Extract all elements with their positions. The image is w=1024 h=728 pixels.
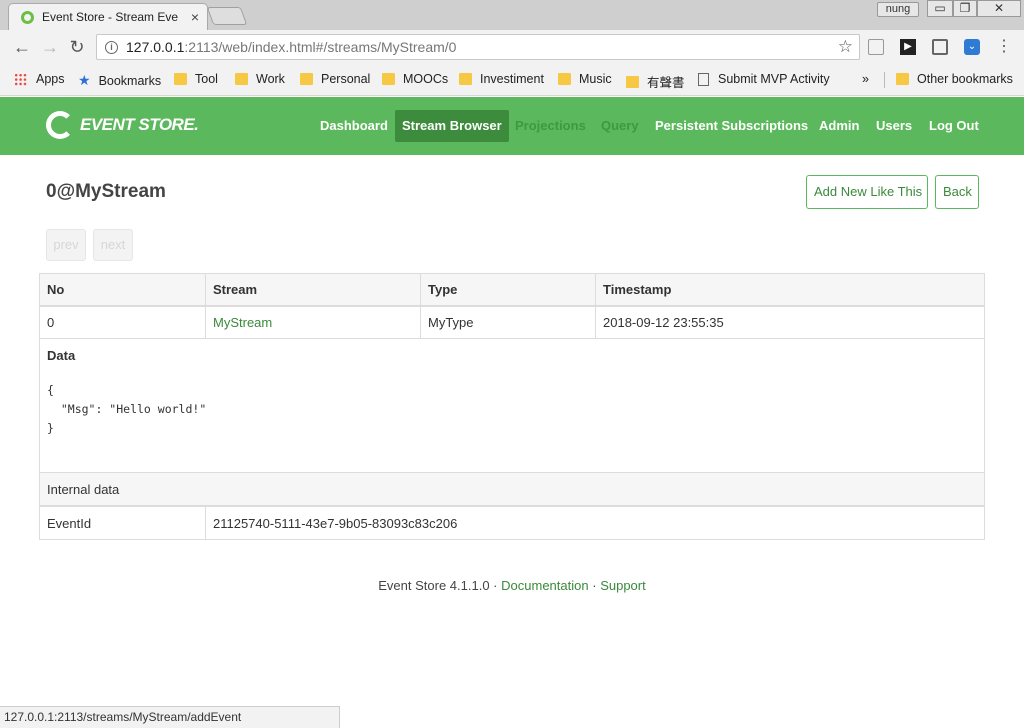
event-detail-table: No Stream Type Timestamp 0 MyStream MyTy… [39, 273, 985, 540]
browser-status-bar: 127.0.0.1:2113/streams/MyStream/addEvent [0, 706, 340, 728]
bookmark-folder-investiment[interactable]: Investiment [459, 72, 544, 86]
folder-icon [459, 73, 472, 85]
stream-link[interactable]: MyStream [213, 315, 272, 330]
event-id-key: EventId [40, 507, 206, 539]
event-store-logo-icon [46, 111, 74, 139]
bookmark-folder-tool[interactable]: Tool [174, 72, 218, 86]
bookmark-bookmarks[interactable]: ★ Bookmarks [78, 72, 161, 89]
event-store-favicon-icon [21, 10, 34, 24]
event-id-value: 21125740-5111-43e7-9b05-83093c83c206 [213, 515, 458, 531]
bookmark-other[interactable]: Other bookmarks [896, 72, 1013, 86]
extension-copy-icon[interactable] [868, 39, 884, 55]
internal-data-label: Internal data [47, 481, 120, 497]
star-icon: ★ [78, 72, 91, 88]
footer-version: Event Store 4.1.1.0 [378, 578, 490, 593]
header-stream: Stream [206, 274, 421, 305]
footer-separator: · [493, 578, 498, 593]
extension-reader-icon[interactable] [932, 39, 948, 55]
site-info-icon[interactable]: i [105, 40, 118, 54]
internal-data-header: Internal data [40, 473, 984, 507]
folder-icon [174, 73, 187, 85]
page-title: 0@MyStream [46, 181, 166, 202]
table-row: 0 MyStream MyType 2018-09-12 23:55:35 [40, 307, 984, 339]
folder-icon [626, 75, 639, 88]
back-button[interactable]: Back [935, 175, 979, 209]
nav-persistent-subscriptions[interactable]: Persistent Subscriptions [648, 110, 815, 142]
url-host: 127.0.0.1 [126, 39, 185, 55]
bookmark-submit-mvp[interactable]: Submit MVP Activity [698, 72, 830, 86]
folder-icon [896, 73, 909, 85]
nav-log-out[interactable]: Log Out [922, 110, 986, 142]
folder-icon [235, 73, 248, 85]
table-row: EventId 21125740-5111-43e7-9b05-83093c83… [40, 507, 984, 539]
bookmark-folder-audiobooks[interactable]: 有聲書 [626, 72, 685, 91]
maximize-window-button[interactable]: ❐ [953, 0, 977, 17]
nav-admin[interactable]: Admin [812, 110, 866, 142]
browser-titlebar: Event Store - Stream Eve × nung ▭ ❐ ✕ [0, 0, 1024, 30]
nav-query[interactable]: Query [594, 110, 646, 142]
browser-tab[interactable]: Event Store - Stream Eve × [8, 3, 208, 30]
folder-icon [382, 73, 395, 85]
header-timestamp: Timestamp [603, 282, 672, 297]
new-tab-button[interactable] [206, 7, 248, 25]
table-header-row: No Stream Type Timestamp [40, 274, 984, 307]
bookmark-folder-music[interactable]: Music [558, 72, 612, 86]
browser-toolbar: ← → ↻ i 127.0.0.1:2113/web/index.html#/s… [0, 30, 1024, 64]
page-footer: Event Store 4.1.1.0 · Documentation · Su… [0, 578, 1024, 593]
back-arrow-icon[interactable]: ← [10, 35, 34, 59]
bookmark-folder-moocs[interactable]: MOOCs [382, 72, 448, 86]
add-new-like-this-button[interactable]: Add New Like This [806, 175, 928, 209]
extension-pocket-icon[interactable]: ⌄ [964, 39, 980, 55]
event-timestamp: 2018-09-12 23:55:35 [603, 315, 724, 330]
bookmarks-bar: Apps ★ Bookmarks Tool Work Personal MOOCs… [0, 64, 1024, 96]
documentation-link[interactable]: Documentation [501, 578, 588, 593]
event-data-json: { "Msg": "Hello world!" } [47, 383, 207, 435]
nav-stream-browser[interactable]: Stream Browser [395, 110, 509, 142]
event-store-logo[interactable]: EVENT STORE. [46, 111, 199, 139]
url-path: :2113/web/index.html#/streams/MyStream/0 [184, 39, 457, 55]
tab-title: Event Store - Stream Eve [42, 10, 179, 24]
forward-arrow-icon[interactable]: → [38, 35, 62, 59]
close-tab-icon[interactable]: × [191, 9, 199, 25]
folder-icon [300, 73, 313, 85]
next-button[interactable]: next [93, 229, 133, 261]
reload-icon[interactable]: ↻ [65, 35, 89, 59]
nav-dashboard[interactable]: Dashboard [313, 110, 395, 142]
bookmark-star-icon[interactable]: ☆ [838, 37, 853, 57]
event-number: 0 [40, 307, 206, 338]
profile-badge[interactable]: nung [877, 2, 919, 17]
event-data-section: Data { "Msg": "Hello world!" } [40, 339, 984, 473]
app-navbar: EVENT STORE. Dashboard Stream Browser Pr… [0, 97, 1024, 155]
data-label: Data [47, 348, 76, 363]
footer-separator: · [592, 578, 597, 593]
stream-cell: MyStream [206, 307, 421, 338]
minimize-window-button[interactable]: ▭ [927, 0, 953, 17]
event-type: MyType [421, 307, 596, 338]
logo-text: EVENT STORE. [80, 115, 199, 134]
nav-projections[interactable]: Projections [508, 110, 593, 142]
support-link[interactable]: Support [600, 578, 646, 593]
apps-grid-icon [14, 72, 27, 86]
address-bar[interactable]: i 127.0.0.1:2113/web/index.html#/streams… [96, 34, 860, 60]
browser-menu-icon[interactable]: ⋮ [996, 36, 1012, 56]
bookmarks-overflow-button[interactable]: » [862, 72, 869, 86]
page-icon [698, 72, 709, 86]
close-window-button[interactable]: ✕ [977, 0, 1021, 17]
extension-play-icon[interactable]: ▶ [900, 39, 916, 55]
prev-button[interactable]: prev [46, 229, 86, 261]
bookmarks-divider [884, 72, 885, 88]
bookmark-folder-work[interactable]: Work [235, 72, 285, 86]
header-no: No [40, 274, 206, 305]
folder-icon [558, 73, 571, 85]
bookmark-apps[interactable]: Apps [14, 72, 65, 86]
bookmark-folder-personal[interactable]: Personal [300, 72, 370, 86]
nav-users[interactable]: Users [869, 110, 919, 142]
header-type: Type [421, 274, 596, 305]
